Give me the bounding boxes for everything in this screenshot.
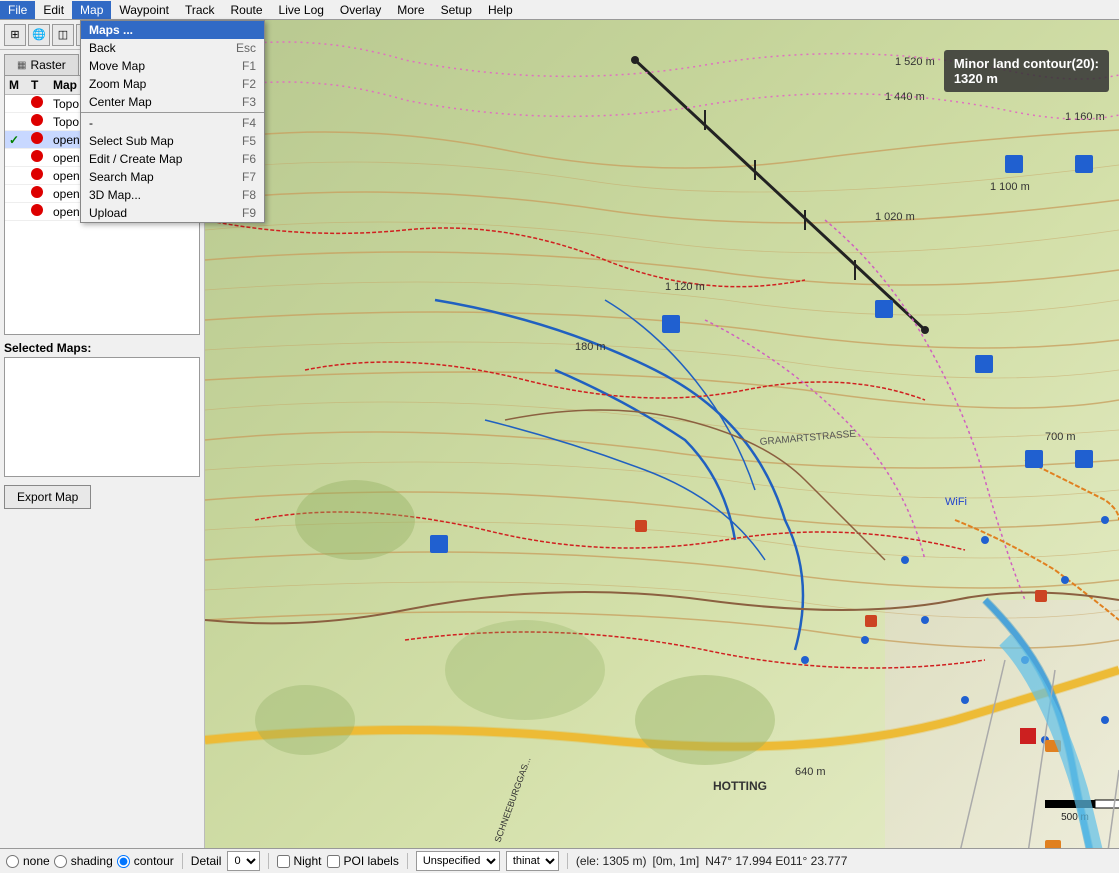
poi-label[interactable]: POI labels [343,854,398,868]
terrain-none-label[interactable]: none [23,854,50,868]
map-type-6 [31,204,53,219]
dropdown-select-sub-map[interactable]: Select Sub Map F5 [81,132,264,150]
svg-text:1 440 m: 1 440 m [885,91,925,103]
dropdown-search-map[interactable]: Search Map F7 [81,168,264,186]
map-type-4 [31,168,53,183]
toolbar-grid-btn[interactable]: ⊞ [4,24,26,46]
svg-text:1 100 m: 1 100 m [990,181,1030,193]
menu-setup[interactable]: Setup [433,1,480,19]
menu-livelog[interactable]: Live Log [271,1,332,19]
svg-text:640 m: 640 m [795,766,826,778]
map-type-0 [31,96,53,111]
terrain-radio-group: none shading contour [6,854,174,868]
raster-icon: ▦ [17,60,26,71]
night-label[interactable]: Night [293,854,321,868]
map-tooltip: Minor land contour(20): 1320 m [944,50,1109,92]
svg-text:1 520 m: 1 520 m [895,56,935,68]
selected-maps-box [4,357,200,477]
night-checkbox-group: Night [277,854,321,868]
selected-maps-label: Selected Maps: [0,335,204,357]
dropdown-f4[interactable]: - F4 [81,114,264,132]
svg-text:180 m: 180 m [575,341,606,353]
menu-track[interactable]: Track [177,1,223,19]
terrain-contour-label[interactable]: contour [134,854,174,868]
distance-text: [0m, 1m] [653,854,700,868]
terrain-shading-radio[interactable] [54,855,67,868]
status-bar: none shading contour Detail 0 1 2 Night … [0,848,1119,873]
dropdown-move-map[interactable]: Move Map F1 [81,57,264,75]
col-m-header: M [9,78,31,92]
map-type-3 [31,150,53,165]
col-t-header: T [31,78,53,92]
svg-text:700 m: 700 m [1045,431,1076,443]
map-area[interactable]: 1 520 m 1 440 m 1 160 m 1 100 m 1 020 m … [205,20,1119,873]
map-type-2 [31,132,53,147]
dropdown-upload[interactable]: Upload F9 [81,204,264,222]
dropdown-3d-map[interactable]: 3D Map... F8 [81,186,264,204]
terrain-shading-label[interactable]: shading [71,854,113,868]
menu-waypoint[interactable]: Waypoint [111,1,177,19]
separator-detail [182,853,183,869]
menubar: File Edit Map Waypoint Track Route Live … [0,0,1119,20]
menu-more[interactable]: More [389,1,432,19]
toolbar-globe-btn[interactable]: 🌐 [28,24,50,46]
separator-night [268,853,269,869]
poi-checkbox-group: POI labels [327,854,398,868]
dropdown-center-map[interactable]: Center Map F3 [81,93,264,111]
dropdown-edit-create-map[interactable]: Edit / Create Map F6 [81,150,264,168]
separator-unspecified [407,853,408,869]
detail-select[interactable]: 0 1 2 [227,851,260,871]
svg-text:1 160 m: 1 160 m [1065,111,1105,123]
dropdown-back[interactable]: Back Esc [81,39,264,57]
tooltip-title: Minor land contour(20): [954,56,1099,71]
unspecified-select[interactable]: Unspecified [416,851,500,871]
coordinates-text: N47° 17.994 E011° 23.777 [705,854,847,868]
svg-text:HOTTING: HOTTING [713,779,767,793]
tab-raster-label: Raster [30,58,65,72]
map-type-5 [31,186,53,201]
separator-1 [81,112,264,113]
menu-file[interactable]: File [0,1,35,19]
svg-text:1 120 m: 1 120 m [665,281,705,293]
svg-text:WiFi: WiFi [945,496,967,508]
tooltip-value: 1320 m [954,71,1099,86]
svg-text:1 020 m: 1 020 m [875,211,915,223]
map-type-1 [31,114,53,129]
terrain-contour-radio[interactable] [117,855,130,868]
menu-edit[interactable]: Edit [35,1,72,19]
export-map-button[interactable]: Export Map [4,485,91,509]
map-check-2: ✓ [9,133,31,147]
elevation-text: (ele: 1305 m) [576,854,647,868]
separator-coords [567,853,568,869]
topo-map-svg: 1 520 m 1 440 m 1 160 m 1 100 m 1 020 m … [205,20,1119,873]
night-checkbox[interactable] [277,855,290,868]
menu-map[interactable]: Map [72,1,111,19]
menu-route[interactable]: Route [223,1,271,19]
detail-label: Detail [191,854,222,868]
terrain-none-radio[interactable] [6,855,19,868]
dropdown-zoom-map[interactable]: Zoom Map F2 [81,75,264,93]
profile-select[interactable]: thinat [506,851,559,871]
tab-raster[interactable]: ▦ Raster [4,54,79,75]
maps-dropdown: Maps ... Back Esc Move Map F1 Zoom Map F… [80,20,265,223]
menu-help[interactable]: Help [480,1,521,19]
toolbar-layers-btn[interactable]: ◫ [52,24,74,46]
menu-overlay[interactable]: Overlay [332,1,389,19]
poi-checkbox[interactable] [327,855,340,868]
dropdown-title: Maps ... [81,21,264,39]
